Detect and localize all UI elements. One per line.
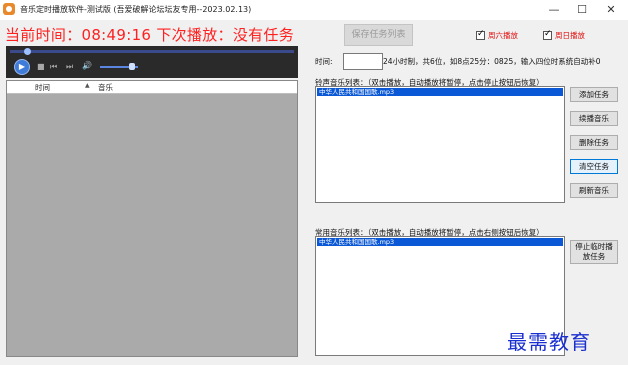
app-icon bbox=[3, 3, 15, 15]
time-label: 时间: bbox=[315, 57, 333, 66]
checkbox-check-icon bbox=[476, 29, 485, 40]
volume-knob[interactable] bbox=[129, 63, 136, 70]
seek-bar[interactable] bbox=[10, 50, 294, 53]
column-music[interactable]: 音乐 bbox=[98, 82, 113, 93]
sort-asc-icon: ▲ bbox=[85, 82, 90, 89]
saturday-checkbox[interactable]: 周六播放 bbox=[476, 29, 518, 41]
minimize-button[interactable]: — bbox=[540, 2, 568, 18]
checkbox-check-icon bbox=[543, 29, 552, 40]
clear-tasks-button[interactable]: 清空任务 bbox=[570, 159, 618, 174]
maximize-button[interactable]: ☐ bbox=[568, 2, 596, 18]
time-input[interactable] bbox=[343, 53, 383, 70]
delete-task-button[interactable]: 删除任务 bbox=[570, 135, 618, 150]
list-item[interactable]: 中华人民共和国国歌.mp3 bbox=[317, 238, 563, 246]
volume-icon[interactable]: 🔊 bbox=[82, 61, 92, 70]
media-player: ▶ ■ ⏮ ⏭ 🔊 bbox=[6, 46, 298, 78]
title-bar: 音乐定时播放软件-测试版 (吾爱破解论坛坛友专用--2023.02.13) — … bbox=[0, 0, 628, 20]
play-icon[interactable]: ▶ bbox=[14, 59, 30, 75]
playlist-panel[interactable]: 时间 ▲ 音乐 bbox=[6, 80, 298, 357]
stop-icon[interactable]: ■ bbox=[37, 62, 45, 71]
sunday-checkbox[interactable]: 周日播放 bbox=[543, 29, 585, 41]
column-time[interactable]: 时间 bbox=[35, 82, 50, 93]
stop-temp-line1: 停止临时播 bbox=[575, 242, 613, 251]
clock-status-line: 当前时间：08:49:16 下次播放：没有任务 bbox=[5, 26, 295, 44]
seek-knob[interactable] bbox=[24, 48, 32, 55]
playlist-header: 时间 ▲ 音乐 bbox=[7, 81, 297, 94]
saturday-label: 周六播放 bbox=[488, 30, 518, 40]
list-item[interactable]: 中华人民共和国国歌.mp3 bbox=[317, 88, 563, 96]
continue-music-button[interactable]: 续播音乐 bbox=[570, 111, 618, 126]
save-task-list-button[interactable]: 保存任务列表 bbox=[344, 24, 413, 46]
watermark-text: 最需教育 bbox=[507, 330, 591, 354]
window-title: 音乐定时播放软件-测试版 (吾爱破解论坛坛友专用--2023.02.13) bbox=[20, 5, 252, 14]
time-format-hint: 24小时制，共6位，如8点25分：0825，输入四位时系统自动补0 bbox=[383, 57, 601, 66]
add-task-button[interactable]: 添加任务 bbox=[570, 87, 618, 102]
previous-icon[interactable]: ⏮ bbox=[50, 62, 57, 72]
close-button[interactable]: ✕ bbox=[597, 2, 625, 18]
stop-temporary-playback-button[interactable]: 停止临时播 放任务 bbox=[570, 240, 618, 264]
next-icon[interactable]: ⏭ bbox=[66, 62, 73, 72]
sunday-label: 周日播放 bbox=[555, 30, 585, 40]
bell-music-list[interactable]: 中华人民共和国国歌.mp3 bbox=[315, 86, 565, 203]
refresh-music-button[interactable]: 刷新音乐 bbox=[570, 183, 618, 198]
stop-temp-line2: 放任务 bbox=[582, 252, 606, 261]
